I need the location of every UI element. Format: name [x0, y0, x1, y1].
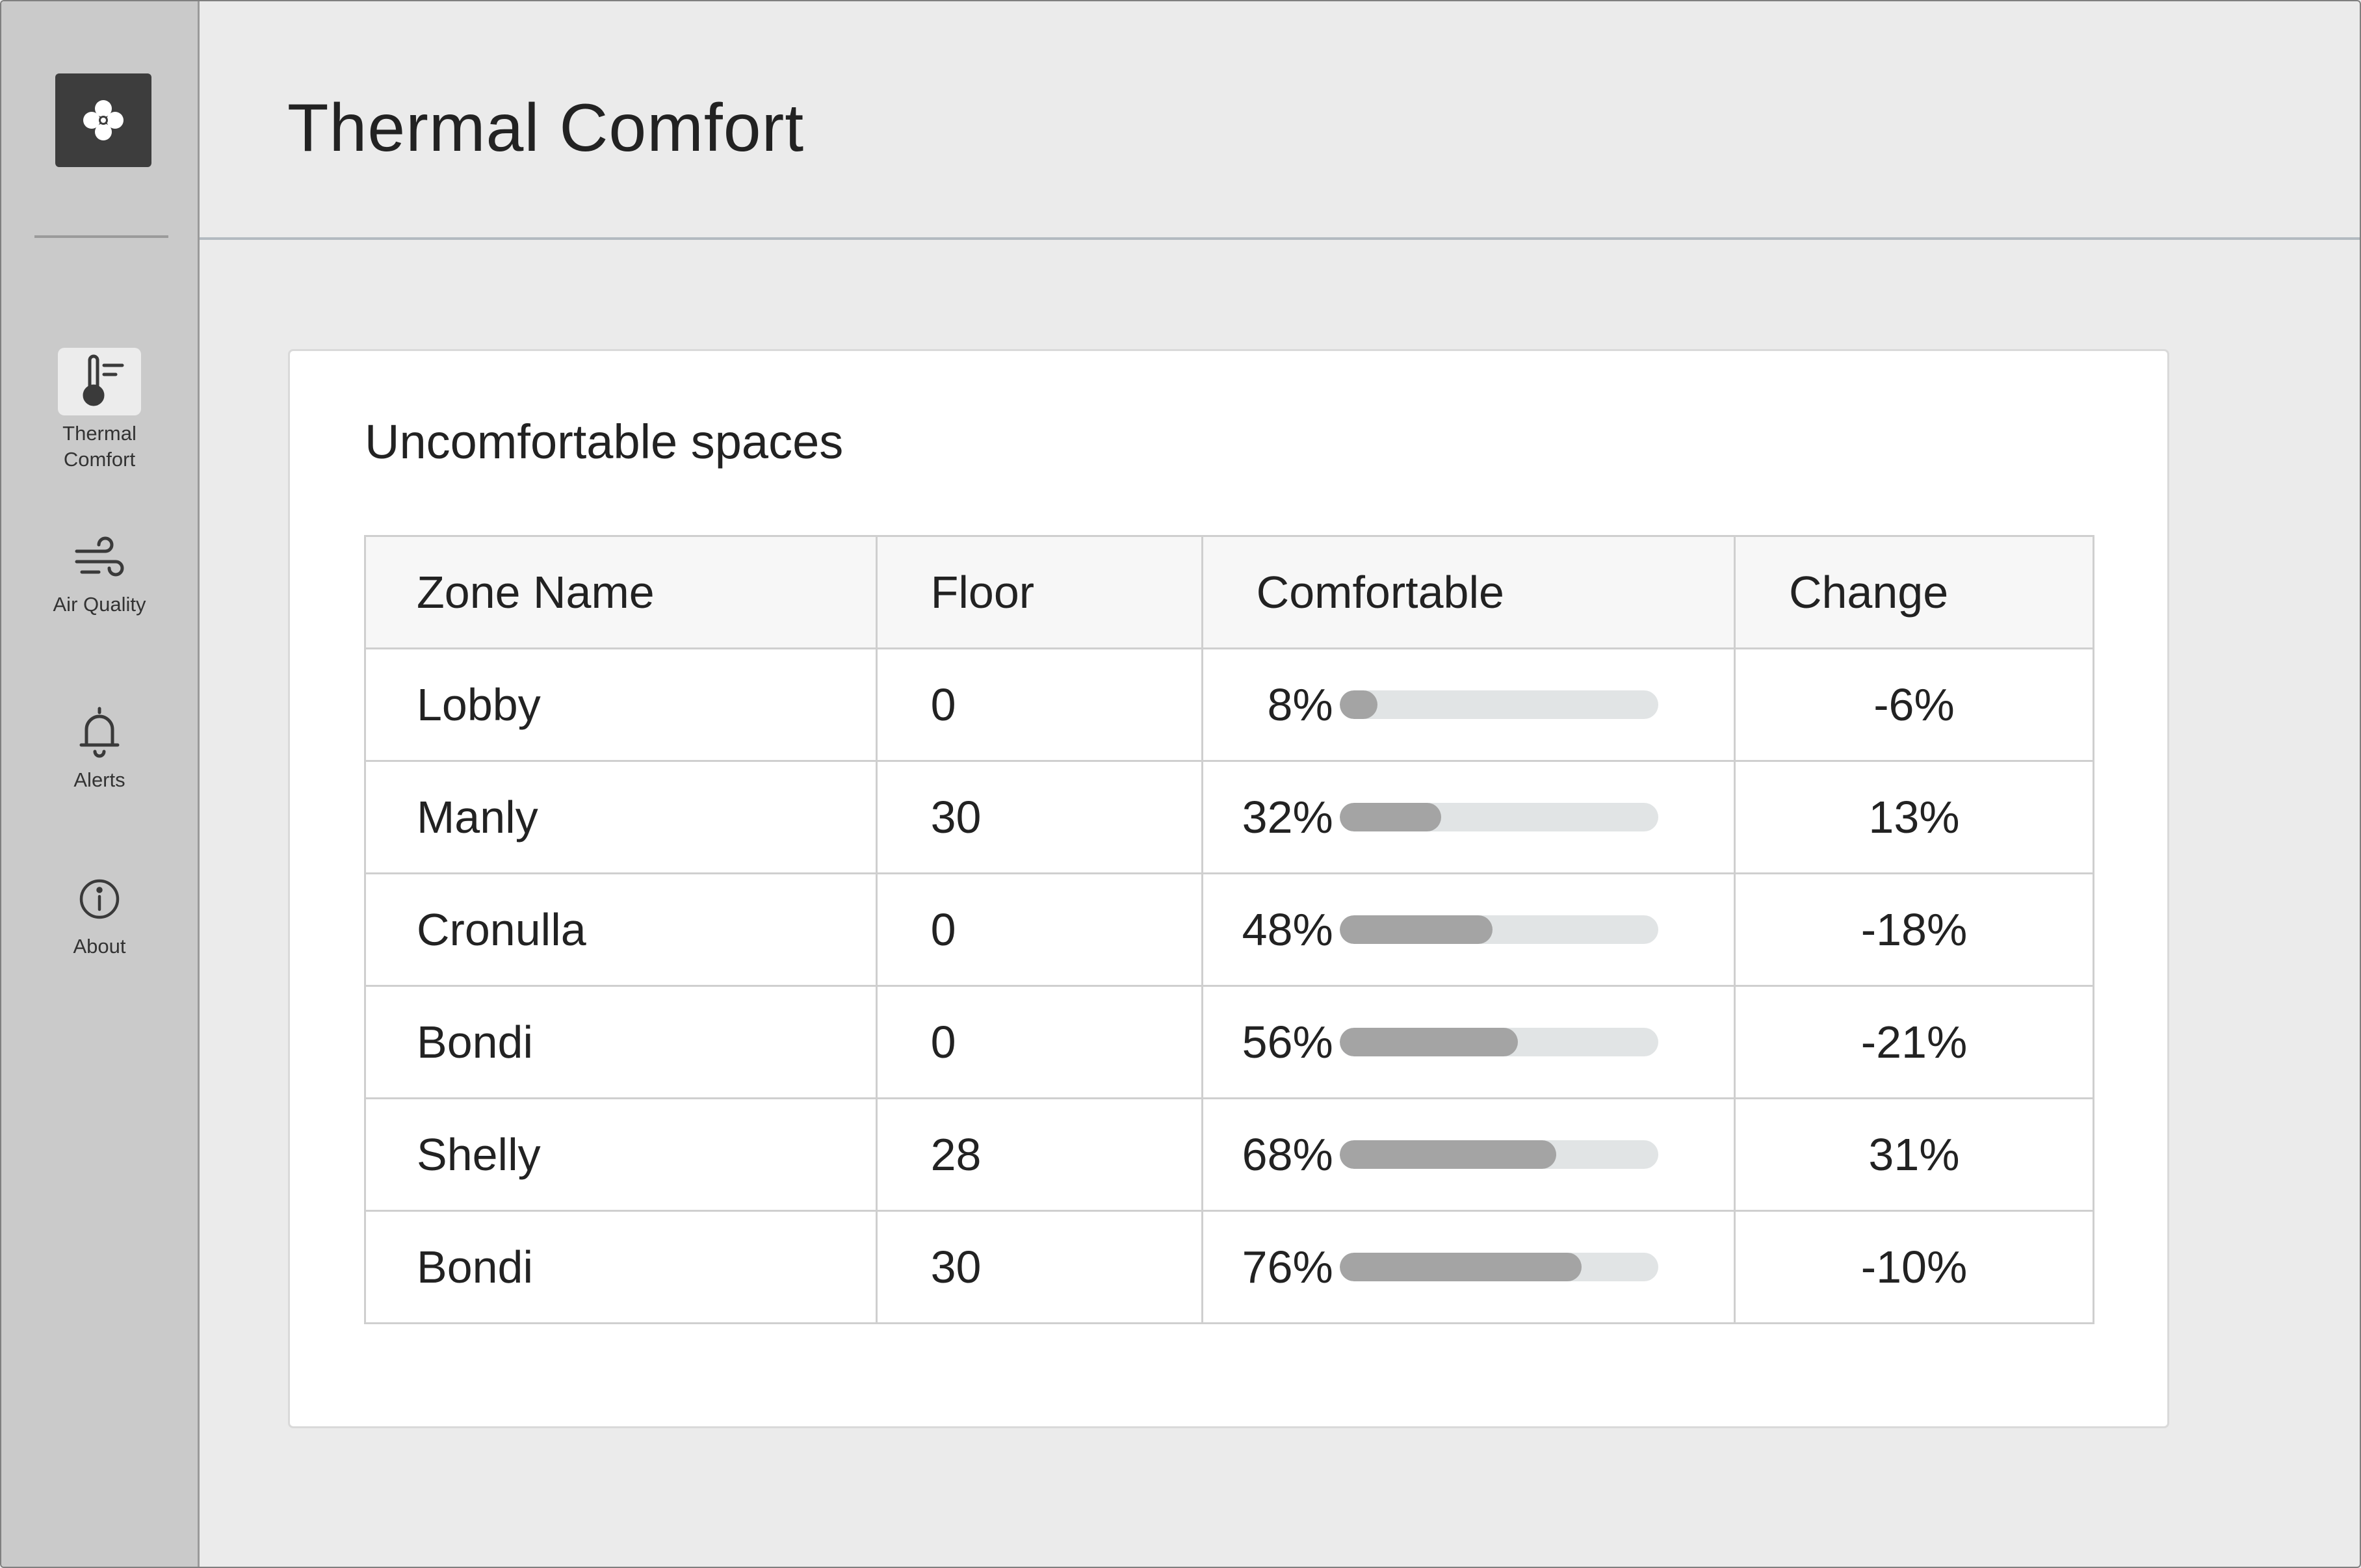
comfortable-bar-fill [1339, 690, 1378, 719]
info-icon [58, 870, 141, 928]
comfortable-cell: 8% [1201, 647, 1736, 762]
wind-icon [58, 534, 141, 586]
comfortable-cell: 32% [1201, 760, 1736, 874]
column-header-comfortable[interactable]: Comfortable [1201, 535, 1736, 649]
sidebar-item-about[interactable]: About [1, 870, 198, 960]
table-row[interactable]: Bondi 30 76% -10% [364, 1210, 2095, 1324]
comfortable-percent: 8% [1267, 679, 1333, 730]
floor-cell: 0 [875, 872, 1203, 987]
table-row[interactable]: Shelly 28 68% 31% [364, 1097, 2095, 1212]
comfortable-bar [1339, 915, 1658, 944]
sidebar-item-label: Alerts [73, 768, 125, 791]
table-row[interactable]: Bondi 0 56% -21% [364, 985, 2095, 1099]
comfortable-bar-fill [1339, 1028, 1519, 1056]
thermometer-icon [58, 348, 141, 415]
change-cell: -18% [1733, 872, 2095, 987]
table-body: Lobby 0 8% -6% Manly 30 32% 13% Cronulla [364, 647, 2095, 1324]
comfortable-percent: 76% [1242, 1242, 1333, 1292]
comfortable-percent: 32% [1242, 792, 1333, 843]
comfortable-bar [1339, 690, 1658, 719]
zone-name-cell: Manly [364, 760, 878, 874]
sidebar-divider [34, 235, 168, 238]
sidebar-item-label: About [73, 935, 126, 958]
change-cell: -21% [1733, 985, 2095, 1099]
comfortable-bar-fill [1339, 1253, 1582, 1281]
sidebar-item-label: Air Quality [53, 593, 146, 616]
comfortable-bar [1339, 803, 1658, 831]
zone-name-cell: Bondi [364, 985, 878, 1099]
app-window: Thermal Comfort Air Quality Alerts About… [0, 0, 2361, 1568]
comfortable-bar [1339, 1140, 1658, 1169]
page-title: Thermal Comfort [287, 90, 805, 166]
page-header: Thermal Comfort [200, 1, 2360, 240]
zone-name-cell: Lobby [364, 647, 878, 762]
zone-name-cell: Shelly [364, 1097, 878, 1212]
comfortable-percent: 56% [1242, 1017, 1333, 1067]
fan-icon [83, 100, 124, 140]
table-row[interactable]: Cronulla 0 48% -18% [364, 872, 2095, 987]
comfortable-cell: 48% [1201, 872, 1736, 987]
floor-cell: 0 [875, 985, 1203, 1099]
zone-name-cell: Cronulla [364, 872, 878, 987]
floor-cell: 0 [875, 647, 1203, 762]
card-title: Uncomfortable spaces [365, 415, 844, 469]
zone-name-cell: Bondi [364, 1210, 878, 1324]
floor-cell: 30 [875, 760, 1203, 874]
sidebar-item-thermal-comfort[interactable]: Thermal Comfort [1, 348, 198, 473]
column-header-floor[interactable]: Floor [875, 535, 1203, 649]
table-row[interactable]: Lobby 0 8% -6% [364, 647, 2095, 762]
comfortable-cell: 56% [1201, 985, 1736, 1099]
floor-cell: 28 [875, 1097, 1203, 1212]
table-header-row: Zone Name Floor Comfortable Change [364, 535, 2095, 649]
comfortable-bar-fill [1339, 803, 1442, 831]
change-cell: 31% [1733, 1097, 2095, 1212]
change-cell: 13% [1733, 760, 2095, 874]
sidebar-item-alerts[interactable]: Alerts [1, 703, 198, 793]
change-cell: -10% [1733, 1210, 2095, 1324]
column-header-zone-name[interactable]: Zone Name [364, 535, 878, 649]
column-header-change[interactable]: Change [1733, 535, 2095, 649]
bell-icon [58, 703, 141, 762]
comfortable-bar-fill [1339, 915, 1493, 944]
floor-cell: 30 [875, 1210, 1203, 1324]
comfortable-bar [1339, 1028, 1658, 1056]
sidebar: Thermal Comfort Air Quality Alerts About [1, 1, 200, 1567]
sidebar-item-air-quality[interactable]: Air Quality [1, 534, 198, 618]
comfortable-bar [1339, 1253, 1658, 1281]
sidebar-item-label: Thermal Comfort [62, 422, 137, 471]
comfortable-cell: 68% [1201, 1097, 1736, 1212]
comfortable-percent: 68% [1242, 1129, 1333, 1180]
table-row[interactable]: Manly 30 32% 13% [364, 760, 2095, 874]
zones-table: Zone Name Floor Comfortable Change Lobby… [364, 535, 2095, 1324]
comfortable-percent: 48% [1242, 904, 1333, 955]
change-cell: -6% [1733, 647, 2095, 762]
comfortable-cell: 76% [1201, 1210, 1736, 1324]
app-logo[interactable] [55, 73, 151, 167]
uncomfortable-spaces-card: Uncomfortable spaces Zone Name Floor Com… [288, 349, 2169, 1428]
comfortable-bar-fill [1339, 1140, 1556, 1169]
